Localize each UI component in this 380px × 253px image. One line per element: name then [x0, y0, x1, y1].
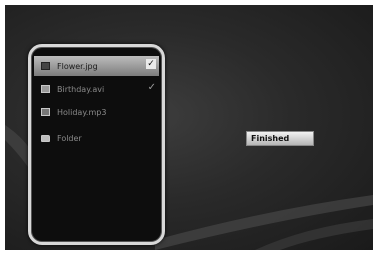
- file-item-holiday[interactable]: Holiday.mp3: [31, 102, 162, 122]
- video-file-icon: [41, 85, 50, 93]
- file-item-folder[interactable]: Folder: [31, 128, 162, 148]
- image-file-icon: [41, 62, 50, 70]
- music-file-icon: [41, 108, 50, 116]
- file-name: Flower.jpg: [57, 61, 98, 71]
- file-browser-panel: Flower.jpg ✓ Birthday.avi ✓ Holiday.mp3 …: [28, 44, 165, 245]
- file-list: Flower.jpg ✓ Birthday.avi ✓ Holiday.mp3 …: [31, 56, 162, 151]
- file-item-birthday[interactable]: Birthday.avi ✓: [31, 79, 162, 99]
- folder-name: Folder: [57, 133, 82, 143]
- file-name: Birthday.avi: [57, 84, 105, 94]
- checkmark-icon[interactable]: ✓: [146, 59, 156, 69]
- folder-icon: [41, 134, 50, 142]
- file-name: Holiday.mp3: [57, 107, 107, 117]
- checkmark-icon[interactable]: ✓: [148, 82, 156, 94]
- file-item-flower[interactable]: Flower.jpg ✓: [34, 56, 159, 76]
- finished-button[interactable]: Finished: [246, 131, 314, 146]
- tv-screen: Flower.jpg ✓ Birthday.avi ✓ Holiday.mp3 …: [5, 5, 373, 250]
